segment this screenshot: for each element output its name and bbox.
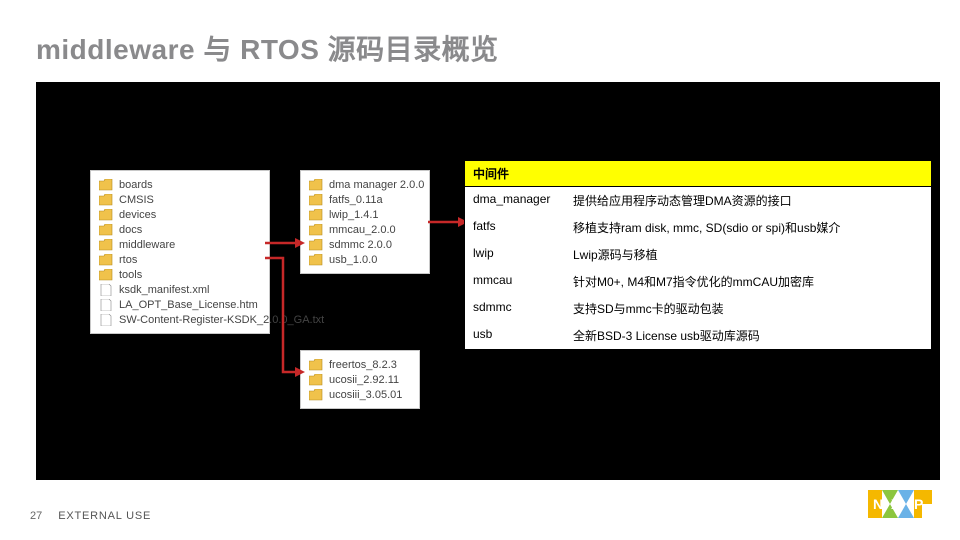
slide-title: middleware 与 RTOS 源码目录概览 [36,28,499,68]
file-name: ucosii_2.92.11 [329,374,399,386]
list-item: tools [99,267,261,282]
folder-icon [309,359,323,371]
list-item: lwip_1.4.1 [309,207,421,222]
file-name: rtos [119,254,137,266]
file-name: ucosiii_3.05.01 [329,389,402,401]
main-file-listing: boards CMSIS devices docs middleware rtos tool… [90,170,270,334]
mw-desc: Lwip源码与移植 [565,241,931,268]
list-item: CMSIS [99,192,261,207]
svg-text:X: X [891,496,901,512]
file-name: usb_1.0.0 [329,254,377,266]
mw-name: sdmmc [465,295,565,322]
file-name: ksdk_manifest.xml [119,284,209,296]
folder-icon [99,179,113,191]
table-row: fatfs移植支持ram disk, mmc, SD(sdio or spi)和… [465,214,931,241]
list-item: middleware [99,237,261,252]
list-item: docs [99,222,261,237]
file-name: sdmmc 2.0.0 [329,239,392,251]
folder-icon [99,239,113,251]
list-item: ucosii_2.92.11 [309,372,411,387]
table-row: sdmmc支持SD与mmc卡的驱动包装 [465,295,931,322]
txt-file-icon [99,314,113,326]
list-item: fatfs_0.11a [309,192,421,207]
file-name: docs [119,224,142,236]
folder-icon [309,179,323,191]
arrow-middleware [265,236,305,250]
mw-desc: 针对M0+, M4和M7指令优化的mmCAU加密库 [565,268,931,295]
list-item: mmcau_2.0.0 [309,222,421,237]
list-item: ucosiii_3.05.01 [309,387,411,402]
xml-file-icon [99,284,113,296]
file-name: CMSIS [119,194,154,206]
mw-name: usb [465,322,565,349]
folder-icon [99,254,113,266]
folder-icon [309,224,323,236]
file-name: middleware [119,239,175,251]
file-name: LA_OPT_Base_License.htm [119,299,258,311]
list-item: usb_1.0.0 [309,252,421,267]
rtos-file-listing: freertos_8.2.3 ucosii_2.92.11 ucosiii_3.05… [300,350,420,409]
folder-icon [309,254,323,266]
file-name: fatfs_0.11a [329,194,383,206]
list-item: ksdk_manifest.xml [99,282,261,297]
page-number: 27 [30,510,42,522]
list-item: devices [99,207,261,222]
list-item: SW-Content-Register-KSDK_2.0.0_GA.txt [99,312,261,327]
slide: middleware 与 RTOS 源码目录概览 boards CMSIS devi… [0,0,960,540]
svg-text:P: P [914,496,923,512]
folder-icon [99,224,113,236]
mw-desc: 支持SD与mmc卡的驱动包装 [565,295,931,322]
file-name: boards [119,179,153,191]
file-name: devices [119,209,156,221]
mw-name: dma_manager [465,187,565,214]
mw-desc: 提供给应用程序动态管理DMA资源的接口 [565,187,931,214]
mw-name: mmcau [465,268,565,295]
htm-file-icon [99,299,113,311]
list-item: LA_OPT_Base_License.htm [99,297,261,312]
middleware-file-listing: dma manager 2.0.0 fatfs_0.11a lwip_1.4.1mm… [300,170,430,274]
file-name: mmcau_2.0.0 [329,224,396,236]
file-name: lwip_1.4.1 [329,209,379,221]
footer: 27 EXTERNAL USE [30,510,151,522]
mw-desc: 全新BSD-3 License usb驱动库源码 [565,322,931,349]
folder-icon [309,239,323,251]
folder-icon [309,209,323,221]
list-item: rtos [99,252,261,267]
middleware-table-header: 中间件 [465,161,931,187]
table-row: usb全新BSD-3 License usb驱动库源码 [465,322,931,349]
svg-text:N: N [873,496,883,512]
arrow-rtos [265,252,307,382]
nxp-logo: N X P [868,484,932,524]
folder-icon [309,374,323,386]
list-item: freertos_8.2.3 [309,357,411,372]
mw-desc: 移植支持ram disk, mmc, SD(sdio or spi)和usb媒介 [565,214,931,241]
list-item: dma manager 2.0.0 [309,177,421,192]
file-name: freertos_8.2.3 [329,359,397,371]
mw-name: lwip [465,241,565,268]
mw-name: fatfs [465,214,565,241]
middleware-table: 中间件 dma_manager提供给应用程序动态管理DMA资源的接口fatfs移… [464,160,932,350]
folder-icon [99,194,113,206]
folder-icon [309,389,323,401]
list-item: sdmmc 2.0.0 [309,237,421,252]
arrow-to-table [428,215,468,229]
folder-icon [99,209,113,221]
marking: EXTERNAL USE [58,510,151,522]
table-row: dma_manager提供给应用程序动态管理DMA资源的接口 [465,187,931,214]
list-item: boards [99,177,261,192]
folder-icon [309,194,323,206]
file-name: dma manager 2.0.0 [329,179,424,191]
table-row: lwipLwip源码与移植 [465,241,931,268]
table-row: mmcau针对M0+, M4和M7指令优化的mmCAU加密库 [465,268,931,295]
folder-icon [99,269,113,281]
file-name: tools [119,269,142,281]
